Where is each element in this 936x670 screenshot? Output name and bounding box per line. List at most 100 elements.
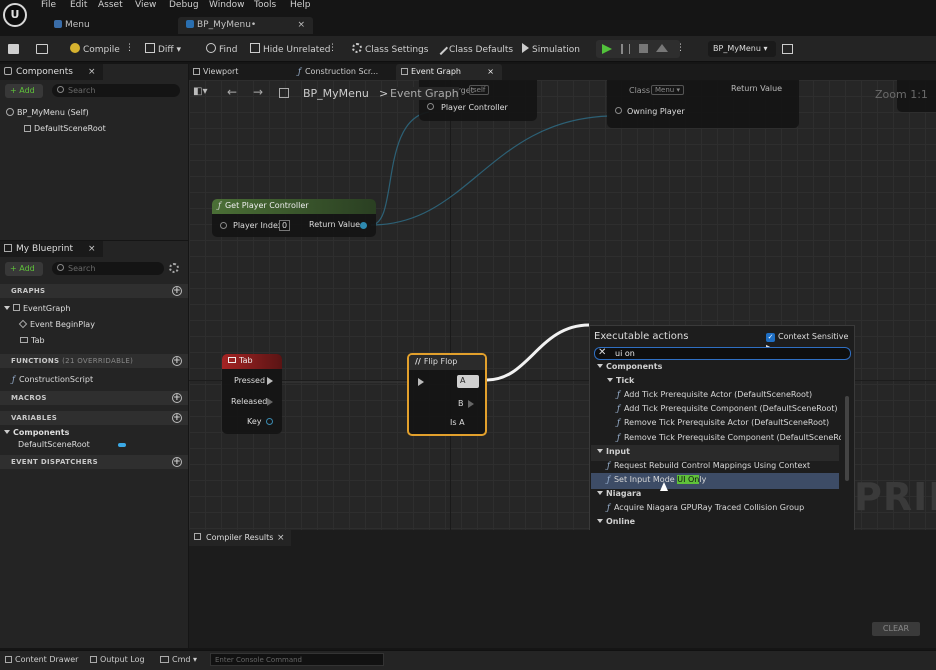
back-icon[interactable]: ← <box>227 85 237 99</box>
functions-section[interactable]: FUNCTIONS (21 OVERRIDABLE) + <box>0 354 188 368</box>
component-item-defaultsceneroot[interactable]: DefaultSceneRoot <box>24 124 106 133</box>
browse-icon[interactable] <box>36 44 48 54</box>
variable-type-pill-icon <box>118 443 126 447</box>
graphs-section[interactable]: GRAPHS + <box>0 284 188 298</box>
expand-icon <box>4 306 10 310</box>
class-settings-button[interactable]: Class Settings <box>352 43 428 55</box>
folder-icon <box>5 656 12 663</box>
variables-group-components[interactable]: Components <box>4 428 69 437</box>
add-function-icon[interactable]: + <box>172 356 182 366</box>
compiler-results-tab[interactable]: Compiler Results × <box>189 530 291 546</box>
add-variable-icon[interactable]: + <box>172 413 182 423</box>
close-my-blueprint-icon[interactable]: × <box>88 244 96 254</box>
event-icon <box>18 319 28 329</box>
doc-tab-menu[interactable]: Menu <box>46 17 98 34</box>
event-dispatchers-section[interactable]: EVENT DISPATCHERS + <box>0 455 188 469</box>
hide-unrelated-button[interactable]: Hide Unrelated <box>250 43 331 55</box>
save-icon[interactable] <box>8 44 19 54</box>
menu-file[interactable]: File <box>41 0 56 10</box>
action-search-input[interactable]: ✕ ui on <box>594 347 851 360</box>
output-a-highlight[interactable]: A <box>457 375 479 388</box>
simulation-button[interactable]: Simulation <box>522 43 580 55</box>
class-defaults-button[interactable]: Class Defaults <box>433 40 513 56</box>
compile-button[interactable]: Compile <box>70 43 120 55</box>
node-partial-create-widget-right[interactable]: Class Menu ▾ Return Value Owning Player <box>607 80 799 128</box>
graph-item-event-beginplay[interactable]: Event BeginPlay <box>18 319 95 329</box>
diff-button[interactable]: Diff ▾ <box>145 43 181 55</box>
input-pin-icon[interactable] <box>615 107 622 114</box>
output-pin-icon[interactable] <box>360 222 367 229</box>
menu-tools[interactable]: Tools <box>254 0 276 10</box>
add-graph-icon[interactable]: + <box>172 286 182 296</box>
add-member-button[interactable]: + Add <box>5 262 43 276</box>
function-icon: ƒ <box>607 460 610 470</box>
find-button[interactable]: Find <box>206 43 237 55</box>
output-pin-icon[interactable] <box>266 418 273 425</box>
node-tab-key[interactable]: Tab Pressed Released Key <box>222 354 282 434</box>
add-macro-icon[interactable]: + <box>172 393 182 403</box>
expand-icon <box>607 378 613 383</box>
console-command-input[interactable]: Enter Console Command <box>210 653 384 666</box>
close-components-icon[interactable]: × <box>88 67 96 77</box>
bookmark-icon[interactable]: ◧▾ <box>193 86 207 97</box>
menu-window[interactable]: Window <box>209 0 245 10</box>
close-tab-icon[interactable]: × <box>297 20 305 30</box>
graph-item-eventgraph[interactable]: EventGraph <box>4 304 70 313</box>
input-pin-icon[interactable] <box>427 103 434 110</box>
my-blueprint-tab[interactable]: My Blueprint × <box>0 241 103 257</box>
class-dropdown[interactable]: Menu ▾ <box>651 85 684 95</box>
node-get-player-controller[interactable]: ƒ Get Player Controller Player Index 0 Re… <box>212 199 376 237</box>
my-blueprint-search-input[interactable]: Search <box>52 262 164 275</box>
tab-construction-script[interactable]: ƒ Construction Scr... <box>298 67 378 76</box>
components-search-input[interactable]: Search <box>52 84 180 97</box>
play-options-icon[interactable]: ⋮ <box>676 43 685 53</box>
menu-view[interactable]: View <box>135 0 156 10</box>
menu-help[interactable]: Help <box>290 0 311 10</box>
forward-icon[interactable]: → <box>253 85 263 99</box>
unreal-logo-icon[interactable]: U <box>3 3 27 27</box>
graph-item-tab[interactable]: Tab <box>20 336 45 345</box>
tab-viewport[interactable]: Viewport <box>193 67 238 76</box>
node-flip-flop[interactable]: //Flip Flop A B Is A <box>407 353 487 436</box>
exec-pin-icon[interactable] <box>418 378 424 386</box>
add-component-button[interactable]: + Add <box>5 84 43 98</box>
menu-asset[interactable]: Asset <box>98 0 123 10</box>
function-icon: ƒ <box>617 432 620 442</box>
menu-edit[interactable]: Edit <box>70 0 87 10</box>
components-tab[interactable]: Components × <box>0 64 103 80</box>
eject-icon[interactable] <box>656 44 668 52</box>
macros-section[interactable]: MACROS + <box>0 391 188 405</box>
component-item-self[interactable]: BP_MyMenu (Self) <box>6 108 89 117</box>
function-item-constructionscript[interactable]: ƒ ConstructionScript <box>12 375 93 384</box>
exec-pin-icon[interactable] <box>468 400 474 408</box>
close-tab-icon[interactable]: × <box>487 67 494 76</box>
content-drawer-button[interactable]: Content Drawer <box>5 655 78 664</box>
add-dispatcher-icon[interactable]: + <box>172 457 182 467</box>
variables-section[interactable]: VARIABLES + <box>0 411 188 425</box>
hide-unrelated-options-icon[interactable]: ⋮ <box>328 43 337 53</box>
clear-button[interactable]: CLEAR <box>872 622 920 636</box>
scrollbar-thumb[interactable] <box>845 396 849 481</box>
player-index-field[interactable]: 0 <box>279 220 291 231</box>
breadcrumb-root[interactable]: BP_MyMenu <box>303 87 369 100</box>
compile-icon <box>70 43 80 53</box>
exec-pin-icon[interactable] <box>267 398 273 406</box>
play-icon[interactable] <box>602 44 612 54</box>
cmd-dropdown[interactable]: Cmd ▾ <box>160 655 197 664</box>
exec-pin-icon[interactable] <box>267 377 273 385</box>
menu-debug[interactable]: Debug <box>169 0 199 10</box>
debug-object-select[interactable]: BP_MyMenu ▾ <box>708 41 776 57</box>
clear-search-icon[interactable]: ✕ <box>598 347 606 358</box>
step-icon[interactable] <box>621 44 630 54</box>
output-log-button[interactable]: Output Log <box>90 655 145 664</box>
variable-item-defaultsceneroot[interactable]: DefaultSceneRoot <box>18 440 188 449</box>
debug-browse-icon[interactable] <box>782 44 793 54</box>
close-compiler-icon[interactable]: × <box>277 533 285 543</box>
compile-options-icon[interactable]: ⋮ <box>125 43 134 53</box>
simulation-icon <box>522 43 529 53</box>
settings-gear-icon[interactable] <box>169 263 179 273</box>
doc-tab-bp-mymenu[interactable]: BP_MyMenu• × <box>178 17 313 34</box>
tab-event-graph[interactable]: Event Graph × <box>396 64 502 80</box>
input-pin-icon[interactable] <box>220 222 227 229</box>
stop-icon[interactable] <box>639 44 648 53</box>
